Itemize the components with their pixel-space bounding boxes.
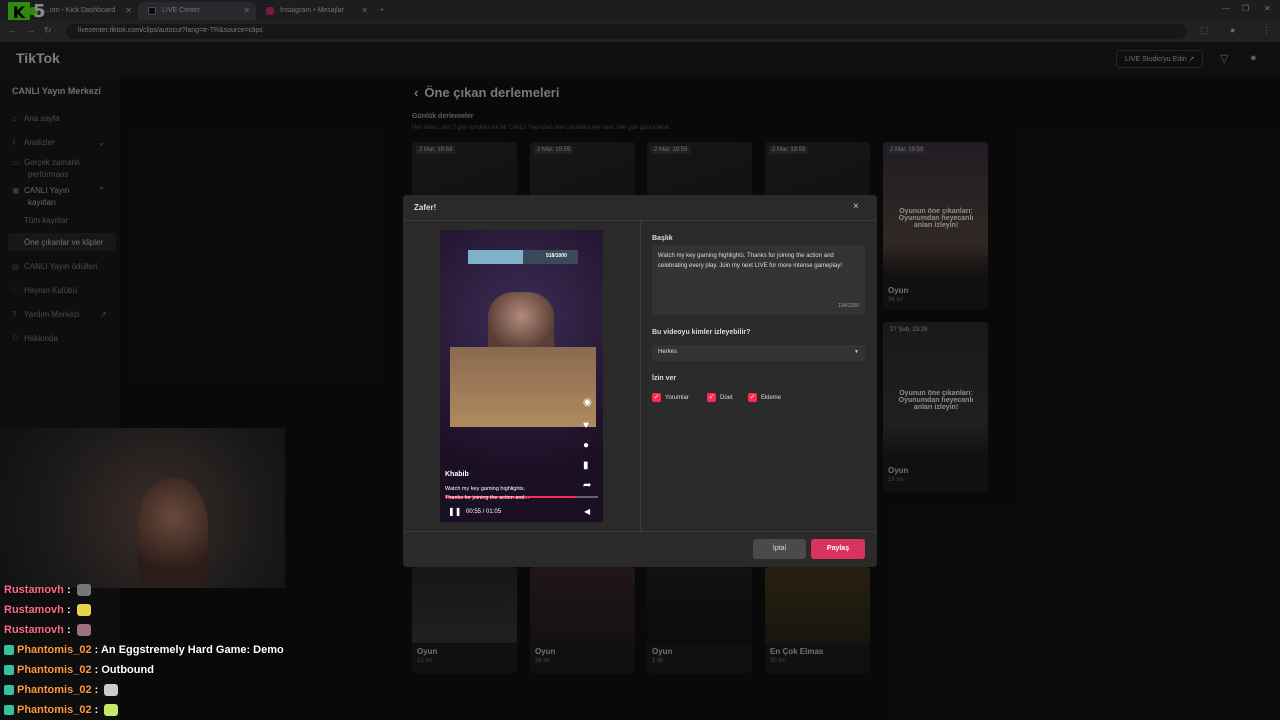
chevron-down-icon: ▼: [854, 349, 859, 355]
check-icon: ✓: [707, 393, 716, 402]
checkbox-stitch[interactable]: ✓ Ekleme: [748, 393, 781, 402]
goal-banner: 518/1000: [468, 250, 578, 264]
caption-text: Watch my key gaming highlights. Thanks f…: [658, 253, 842, 269]
badge-icon: [4, 665, 14, 676]
chat-message: Rustamovh :: [4, 584, 91, 597]
share-button[interactable]: Paylaş: [811, 539, 865, 559]
check-icon: ✓: [652, 393, 661, 402]
visibility-label: Bu videoyu kimler izleyebilir?: [652, 329, 751, 336]
gameplay-image: [450, 347, 596, 427]
divider: [640, 221, 641, 531]
visibility-select[interactable]: Herkes ▼: [652, 345, 865, 361]
bookmark-icon[interactable]: ▮: [583, 460, 589, 471]
checkbox-comments[interactable]: ✓ Yorumlar: [652, 393, 689, 402]
streamer-image: [488, 292, 554, 352]
chat-message: Rustamovh :: [4, 624, 91, 637]
emote-icon: [104, 684, 119, 697]
close-icon[interactable]: ×: [853, 201, 859, 212]
chat-message: Rustamovh :: [4, 604, 91, 617]
chat-message: Phantomis_02 : An Eggstremely Hard Game:…: [4, 644, 284, 656]
caption-textarea[interactable]: Watch my key gaming highlights. Thanks f…: [652, 245, 865, 315]
heart-icon[interactable]: ♥: [583, 420, 589, 431]
emote-icon: [104, 704, 119, 717]
badge-icon: [4, 705, 14, 716]
video-preview[interactable]: 518/1000 ◉ ♥ ● ▮ ➦ Khabib Watch my key g…: [440, 230, 603, 522]
modal-title: Zafer!: [414, 203, 437, 212]
goal-banner-fill: [468, 250, 523, 264]
caption-label: Başlık: [652, 235, 673, 242]
allow-label: İzin ver: [652, 375, 677, 382]
badge-icon: [4, 645, 14, 656]
webcam-overlay: [0, 428, 285, 588]
badge-icon: [4, 685, 14, 696]
emote-icon: [76, 584, 91, 597]
check-icon: ✓: [748, 393, 757, 402]
pause-icon[interactable]: ❚❚: [448, 507, 461, 516]
video-time: 00:55 / 01:05: [466, 509, 502, 515]
video-username: Khabib: [445, 471, 469, 478]
streamer-face: [138, 478, 208, 588]
comment-icon[interactable]: ●: [583, 440, 589, 451]
emote-icon: [76, 604, 91, 617]
chat-message: Phantomis_02 :: [4, 684, 119, 697]
emote-icon: [76, 624, 91, 637]
checkbox-duet[interactable]: ✓ Düet: [707, 393, 733, 402]
char-count: 134/2200: [838, 303, 859, 309]
chat-message: Phantomis_02 :: [4, 704, 119, 717]
avatar-icon[interactable]: ◉: [583, 397, 592, 408]
cancel-button[interactable]: İptal: [753, 539, 806, 559]
video-caption-cont: Thanks for joining the action and...: [445, 495, 530, 501]
goal-count: 518/1000: [546, 253, 567, 259]
share-icon[interactable]: ➦: [583, 480, 591, 491]
visibility-value: Herkes: [658, 349, 678, 355]
chat-message: Phantomis_02 : Outbound: [4, 664, 154, 676]
divider: [403, 531, 877, 532]
share-modal: Zafer! × 518/1000 ◉ ♥ ● ▮ ➦ Khabib Watch…: [403, 195, 877, 567]
video-caption: Watch my key gaming highlights.: [445, 486, 526, 492]
volume-icon[interactable]: ◀: [584, 507, 590, 516]
